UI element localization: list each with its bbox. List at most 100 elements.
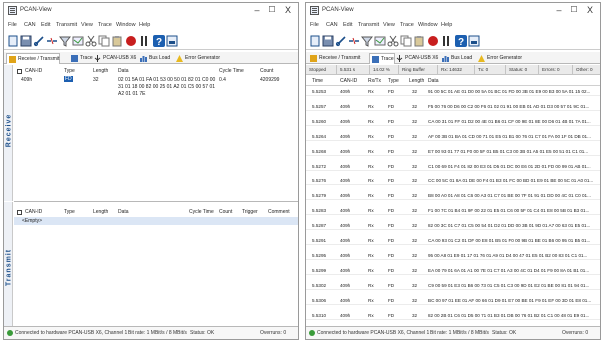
- table-row[interactable]: 5.5287 409h Rx FD 32 82 00 3C 01 C7 01 C5 00 …: [306, 221, 600, 231]
- table-row[interactable]: 5.5302 409h Rx FD 32 C9 00 59 01 E3 01 B6 00 …: [306, 281, 600, 290]
- receive-select-all-checkbox[interactable]: [17, 69, 22, 74]
- table-row[interactable]: 5.5272 409h Rx FD 32 C1 00 69 01 F4 01 82 00 …: [306, 162, 600, 171]
- tx-col-trigger[interactable]: Trigger: [242, 209, 258, 215]
- menu-file[interactable]: File: [8, 22, 17, 28]
- menu-transmit[interactable]: Transmit: [56, 22, 77, 28]
- menu-trace[interactable]: Trace: [98, 22, 112, 28]
- connect-icon[interactable]: [33, 35, 45, 47]
- transmit-select-all-checkbox[interactable]: [17, 210, 22, 215]
- col-time[interactable]: Time: [312, 78, 323, 84]
- minimize-button[interactable]: –: [552, 4, 566, 16]
- tab-error-generator[interactable]: Error Generator: [476, 53, 522, 64]
- table-row[interactable]: 5.5310 409h Rx FD 32 82 00 2B 01 C6 01 D5 00 …: [306, 311, 600, 320]
- about-icon[interactable]: [166, 35, 178, 47]
- table-row[interactable]: 5.5295 409h Rx FD 32 95 00 A8 01 E9 01 17 01 …: [306, 251, 600, 260]
- menu-file[interactable]: File: [310, 22, 319, 28]
- save-icon[interactable]: [20, 35, 32, 47]
- menu-can[interactable]: CAN: [24, 22, 36, 28]
- menu-view[interactable]: View: [383, 22, 395, 28]
- minimize-button[interactable]: –: [250, 4, 264, 16]
- menu-edit[interactable]: Edit: [41, 22, 50, 28]
- paste-icon[interactable]: [111, 35, 123, 47]
- disconnect-icon[interactable]: [46, 35, 58, 47]
- new-icon[interactable]: [309, 35, 321, 47]
- help-icon[interactable]: ?: [153, 35, 165, 47]
- record-icon[interactable]: [427, 35, 439, 47]
- menu-help[interactable]: Help: [441, 22, 452, 28]
- about-icon[interactable]: [468, 35, 480, 47]
- connect-icon[interactable]: [335, 35, 347, 47]
- menu-view[interactable]: View: [81, 22, 93, 28]
- col-type[interactable]: Type: [388, 78, 399, 84]
- transmit-empty-row[interactable]: <Empty>: [14, 217, 298, 225]
- tx-col-count[interactable]: Count: [219, 209, 232, 215]
- tab-receive-transmit[interactable]: Receive / Transmit: [6, 53, 61, 64]
- tab-trace[interactable]: Trace: [369, 53, 395, 64]
- col-count[interactable]: Count: [260, 68, 273, 74]
- table-row[interactable]: 5.5268 409h Rx FD 32 E7 00 93 01 77 01 F0 00 …: [306, 147, 600, 156]
- table-row[interactable]: 5.5276 409h Rx FD 32 CC 00 5C 01 8A 01 DE 00 …: [306, 176, 600, 186]
- tab-bus-load[interactable]: Bus Load: [440, 53, 472, 64]
- copy-icon[interactable]: [400, 35, 412, 47]
- menu-help[interactable]: Help: [139, 22, 150, 28]
- cell-can-id: 409h: [340, 193, 351, 199]
- col-data[interactable]: Data: [428, 78, 439, 84]
- paste-icon[interactable]: [413, 35, 425, 47]
- trace-buffer-mode[interactable]: Ring Buffer: [402, 67, 425, 72]
- cut-icon[interactable]: [387, 35, 399, 47]
- tab-trace[interactable]: Trace: [69, 53, 93, 64]
- tab-bus-load[interactable]: Bus Load: [138, 53, 170, 64]
- tx-col-comment[interactable]: Comment: [268, 209, 290, 215]
- close-button[interactable]: X: [281, 4, 295, 16]
- maximize-button[interactable]: ☐: [567, 4, 581, 16]
- tx-col-cycle-time[interactable]: Cycle Time: [189, 209, 214, 215]
- help-icon[interactable]: ?: [455, 35, 467, 47]
- tx-col-length[interactable]: Length: [93, 209, 108, 215]
- record-icon[interactable]: [125, 35, 137, 47]
- col-can-id[interactable]: CAN-ID: [340, 78, 357, 84]
- copy-icon[interactable]: [98, 35, 110, 47]
- menu-trace[interactable]: Trace: [400, 22, 414, 28]
- close-button[interactable]: X: [583, 4, 597, 16]
- col-length[interactable]: Length: [409, 78, 424, 84]
- table-row[interactable]: 5.5279 409h Rx FD 32 B8 00 A0 01 A8 01 C6 00 …: [306, 191, 600, 201]
- new-message-icon[interactable]: [374, 35, 386, 47]
- col-type[interactable]: Type: [64, 68, 75, 74]
- save-icon[interactable]: [322, 35, 334, 47]
- table-row[interactable]: 5.5264 409h Rx FD 32 AF 00 3B 01 BA 01 CD 00 …: [306, 132, 600, 141]
- table-row[interactable]: 5.5257 409h Rx FD 32 F5 00 76 00 D6 00 C2 00 …: [306, 102, 600, 111]
- disconnect-icon[interactable]: [348, 35, 360, 47]
- menu-transmit[interactable]: Transmit: [358, 22, 379, 28]
- table-row[interactable]: 5.5306 409h Rx FD 32 BC 00 97 01 EE 01 AF 00 …: [306, 296, 600, 305]
- new-icon[interactable]: [7, 35, 19, 47]
- tx-col-data[interactable]: Data: [118, 209, 129, 215]
- pause-icon[interactable]: [138, 35, 150, 47]
- table-row[interactable]: 5.5260 409h Rx FD 32 CA 00 31 01 FF 01 D2 00 …: [306, 117, 600, 126]
- filter-icon[interactable]: [59, 35, 71, 47]
- menu-window[interactable]: Window: [418, 22, 438, 28]
- col-can-id[interactable]: CAN-ID: [25, 68, 42, 74]
- tab-pcan-usb-x6[interactable]: PCAN-USB X6: [394, 53, 438, 64]
- table-row[interactable]: 5.5283 409h Rx FD 32 F1 00 7C 01 B4 01 9F 00 …: [306, 206, 600, 216]
- col-length[interactable]: Length: [93, 68, 108, 74]
- menu-can[interactable]: CAN: [326, 22, 338, 28]
- tab-error-generator[interactable]: Error Generator: [174, 53, 220, 64]
- menu-edit[interactable]: Edit: [343, 22, 352, 28]
- tab-receive-transmit[interactable]: Receive / Transmit: [308, 53, 360, 64]
- maximize-button[interactable]: ☐: [265, 4, 279, 16]
- col-cycle-time[interactable]: Cycle Time: [219, 68, 244, 74]
- menu-window[interactable]: Window: [116, 22, 136, 28]
- col-rx-tx[interactable]: Rx/Tx: [368, 78, 381, 84]
- col-data[interactable]: Data: [118, 68, 129, 74]
- new-message-icon[interactable]: [72, 35, 84, 47]
- tx-col-can-id[interactable]: CAN-ID: [25, 209, 42, 215]
- table-row[interactable]: 5.5291 409h Rx FD 32 CA 00 93 01 C2 01 DF 00 …: [306, 236, 600, 245]
- filter-icon[interactable]: [361, 35, 373, 47]
- table-row[interactable]: 5.5253 409h Rx FD 32 91 00 5C 01 AE 01 D0 00 …: [306, 87, 600, 96]
- table-row[interactable]: 5.5299 409h Rx FD 32 EA 00 79 01 6A 01 A1 00 …: [306, 266, 600, 275]
- pause-icon[interactable]: [440, 35, 452, 47]
- cut-icon[interactable]: [85, 35, 97, 47]
- section-divider[interactable]: [14, 201, 298, 202]
- tx-col-type[interactable]: Type: [64, 209, 75, 215]
- tab-pcan-usb-x6[interactable]: PCAN-USB X6: [92, 53, 136, 64]
